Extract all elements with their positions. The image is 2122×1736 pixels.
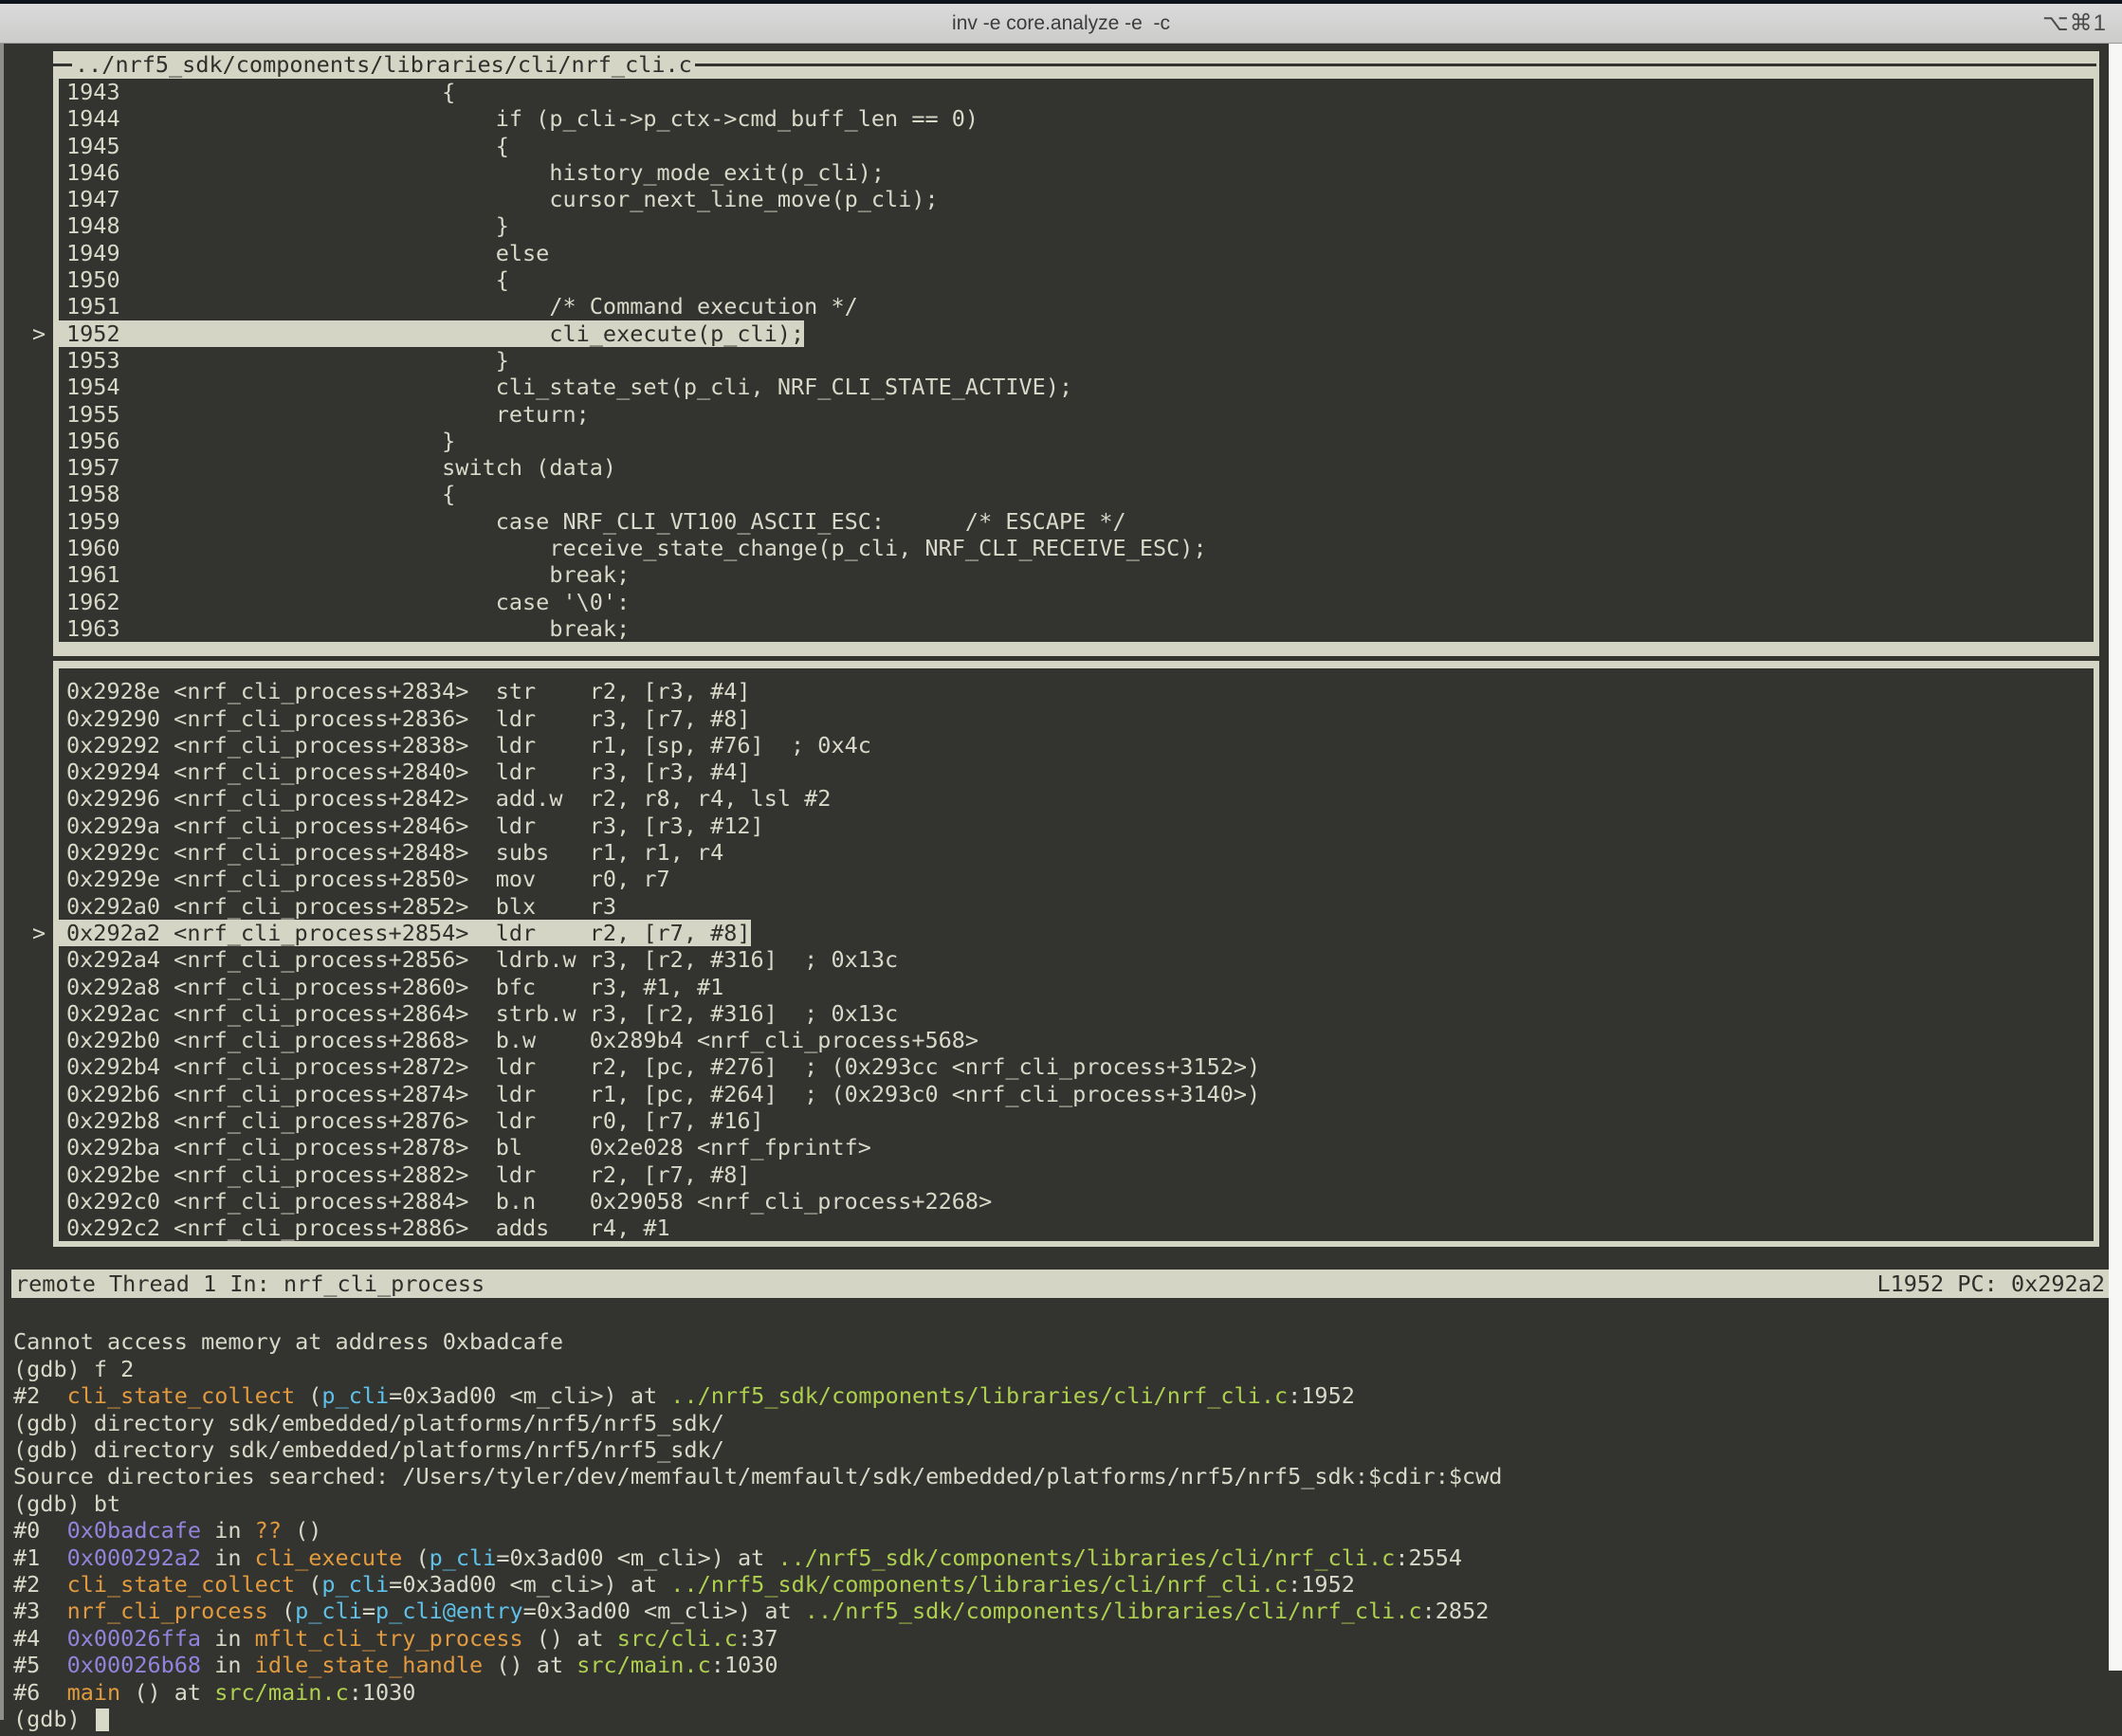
- asm-line: 0x2929e <nrf_cli_process+2850> mov r0, r…: [66, 866, 2094, 892]
- source-line: >1952 cli_execute(p_cli);: [66, 320, 2094, 347]
- asm-line: 0x2929c <nrf_cli_process+2848> subs r1, …: [66, 839, 2094, 866]
- console-line: #6 main () at src/main.c:1030: [13, 1679, 2109, 1706]
- disassembly-view: 0x2928e <nrf_cli_process+2834> str r2, […: [53, 668, 2099, 1241]
- source-line: 1960 receive_state_change(p_cli, NRF_CLI…: [66, 535, 2094, 561]
- console-line: (gdb) f 2: [13, 1356, 2109, 1382]
- asm-line: 0x29294 <nrf_cli_process+2840> ldr r3, […: [66, 758, 2094, 785]
- console-line: #5 0x00026b68 in idle_state_handle () at…: [13, 1652, 2109, 1678]
- console-line: #0 0x0badcafe in ?? (): [13, 1517, 2109, 1544]
- asm-line: 0x29292 <nrf_cli_process+2838> ldr r1, […: [66, 732, 2094, 758]
- source-line: 1959 case NRF_CLI_VT100_ASCII_ESC: /* ES…: [66, 508, 2094, 535]
- status-line-pc: L1952 PC: 0x292a2: [1876, 1270, 2105, 1298]
- asm-line: 0x292c0 <nrf_cli_process+2884> b.n 0x290…: [66, 1188, 2094, 1215]
- console-line: #2 cli_state_collect (p_cli=0x3ad00 <m_c…: [13, 1382, 2109, 1409]
- console-line: #4 0x00026ffa in mflt_cli_try_process ()…: [13, 1625, 2109, 1652]
- console-line: Source directories searched: /Users/tyle…: [13, 1463, 2109, 1489]
- console-line: (gdb) directory sdk/embedded/platforms/n…: [13, 1410, 2109, 1436]
- asm-line: 0x292b0 <nrf_cli_process+2868> b.w 0x289…: [66, 1027, 2094, 1053]
- status-bar: remote Thread 1 In: nrf_cli_process L195…: [11, 1270, 2109, 1298]
- asm-line: 0x292b6 <nrf_cli_process+2874> ldr r1, […: [66, 1081, 2094, 1107]
- asm-line: 0x292b8 <nrf_cli_process+2876> ldr r0, […: [66, 1107, 2094, 1134]
- current-line-marker: >: [32, 920, 46, 946]
- asm-line: 0x292a0 <nrf_cli_process+2852> blx r3: [66, 893, 2094, 920]
- border-line: [53, 64, 72, 66]
- source-pane-border-bottom: [53, 642, 2099, 661]
- asm-line: 0x292b4 <nrf_cli_process+2872> ldr r2, […: [66, 1053, 2094, 1080]
- asm-line: 0x292ac <nrf_cli_process+2864> strb.w r3…: [66, 1000, 2094, 1027]
- console-line: #1 0x000292a2 in cli_execute (p_cli=0x3a…: [13, 1544, 2109, 1571]
- source-line: 1963 break;: [66, 615, 2094, 642]
- source-code-view: 1943 {1944 if (p_cli->p_ctx->cmd_buff_le…: [53, 79, 2099, 642]
- gdb-console[interactable]: Cannot access memory at address 0xbadcaf…: [13, 1328, 2109, 1732]
- console-line: #2 cli_state_collect (p_cli=0x3ad00 <m_c…: [13, 1571, 2109, 1598]
- source-line: 1946 history_mode_exit(p_cli);: [66, 159, 2094, 186]
- source-file-path: ../nrf5_sdk/components/libraries/cli/nrf…: [72, 51, 695, 79]
- source-pane: ../nrf5_sdk/components/libraries/cli/nrf…: [53, 51, 2099, 642]
- terminal-screen: ../nrf5_sdk/components/libraries/cli/nrf…: [0, 44, 2122, 1720]
- source-line: 1957 switch (data): [66, 454, 2094, 481]
- source-line: 1944 if (p_cli->p_ctx->cmd_buff_len == 0…: [66, 105, 2094, 132]
- window-shortcut-badge: ⌥⌘1: [2042, 9, 2107, 37]
- asm-line: 0x29290 <nrf_cli_process+2836> ldr r3, […: [66, 705, 2094, 732]
- source-line: 1945 {: [66, 133, 2094, 159]
- source-line: 1947 cursor_next_line_move(p_cli);: [66, 186, 2094, 212]
- asm-line: 0x292c2 <nrf_cli_process+2886> adds r4, …: [66, 1215, 2094, 1241]
- asm-line: 0x292a4 <nrf_cli_process+2856> ldrb.w r3…: [66, 946, 2094, 973]
- source-line: 1955 return;: [66, 401, 2094, 428]
- source-line: 1956 }: [66, 428, 2094, 454]
- source-line: 1949 else: [66, 240, 2094, 266]
- border-line: [695, 64, 2096, 66]
- source-line: 1950 {: [66, 266, 2094, 293]
- source-line: 1962 case '\0':: [66, 589, 2094, 615]
- asm-line: 0x2929a <nrf_cli_process+2846> ldr r3, […: [66, 813, 2094, 839]
- asm-line: 0x29296 <nrf_cli_process+2842> add.w r2,…: [66, 785, 2094, 812]
- scrollbar-track[interactable]: [2109, 44, 2122, 1671]
- status-thread-info: remote Thread 1 In: nrf_cli_process: [15, 1270, 485, 1298]
- console-line: Cannot access memory at address 0xbadcaf…: [13, 1328, 2109, 1355]
- console-line: (gdb): [13, 1706, 2109, 1732]
- console-line: #3 nrf_cli_process (p_cli=p_cli@entry=0x…: [13, 1598, 2109, 1624]
- asm-line: 0x292a8 <nrf_cli_process+2860> bfc r3, #…: [66, 974, 2094, 1000]
- source-line: 1958 {: [66, 481, 2094, 507]
- console-line: (gdb) directory sdk/embedded/platforms/n…: [13, 1436, 2109, 1463]
- source-line: 1951 /* Command execution */: [66, 293, 2094, 320]
- asm-line: >0x292a2 <nrf_cli_process+2854> ldr r2, …: [66, 920, 2094, 946]
- asm-line: 0x2928e <nrf_cli_process+2834> str r2, […: [66, 678, 2094, 704]
- source-line: 1943 {: [66, 79, 2094, 105]
- console-line: (gdb) bt: [13, 1490, 2109, 1517]
- asm-line: 0x292be <nrf_cli_process+2882> ldr r2, […: [66, 1161, 2094, 1188]
- source-line: 1961 break;: [66, 561, 2094, 588]
- terminal-window: inv -e core.analyze -e -c ⌥⌘1 ../nrf5_sd…: [0, 0, 2122, 1720]
- disassembly-pane-border-top: [53, 661, 2099, 668]
- source-line: 1953 }: [66, 347, 2094, 374]
- source-line: 1954 cli_state_set(p_cli, NRF_CLI_STATE_…: [66, 374, 2094, 400]
- disassembly-pane: 0x2928e <nrf_cli_process+2834> str r2, […: [53, 668, 2099, 1241]
- asm-line: 0x292ba <nrf_cli_process+2878> bl 0x2e02…: [66, 1134, 2094, 1160]
- source-line: 1948 }: [66, 212, 2094, 239]
- title-bar[interactable]: inv -e core.analyze -e -c ⌥⌘1: [0, 4, 2122, 44]
- disassembly-pane-border-bottom: [53, 1241, 2099, 1247]
- window-title: inv -e core.analyze -e -c: [952, 12, 1170, 35]
- current-line-marker: >: [32, 320, 46, 347]
- source-pane-border-top: ../nrf5_sdk/components/libraries/cli/nrf…: [53, 51, 2099, 79]
- terminal-cursor[interactable]: [96, 1709, 109, 1731]
